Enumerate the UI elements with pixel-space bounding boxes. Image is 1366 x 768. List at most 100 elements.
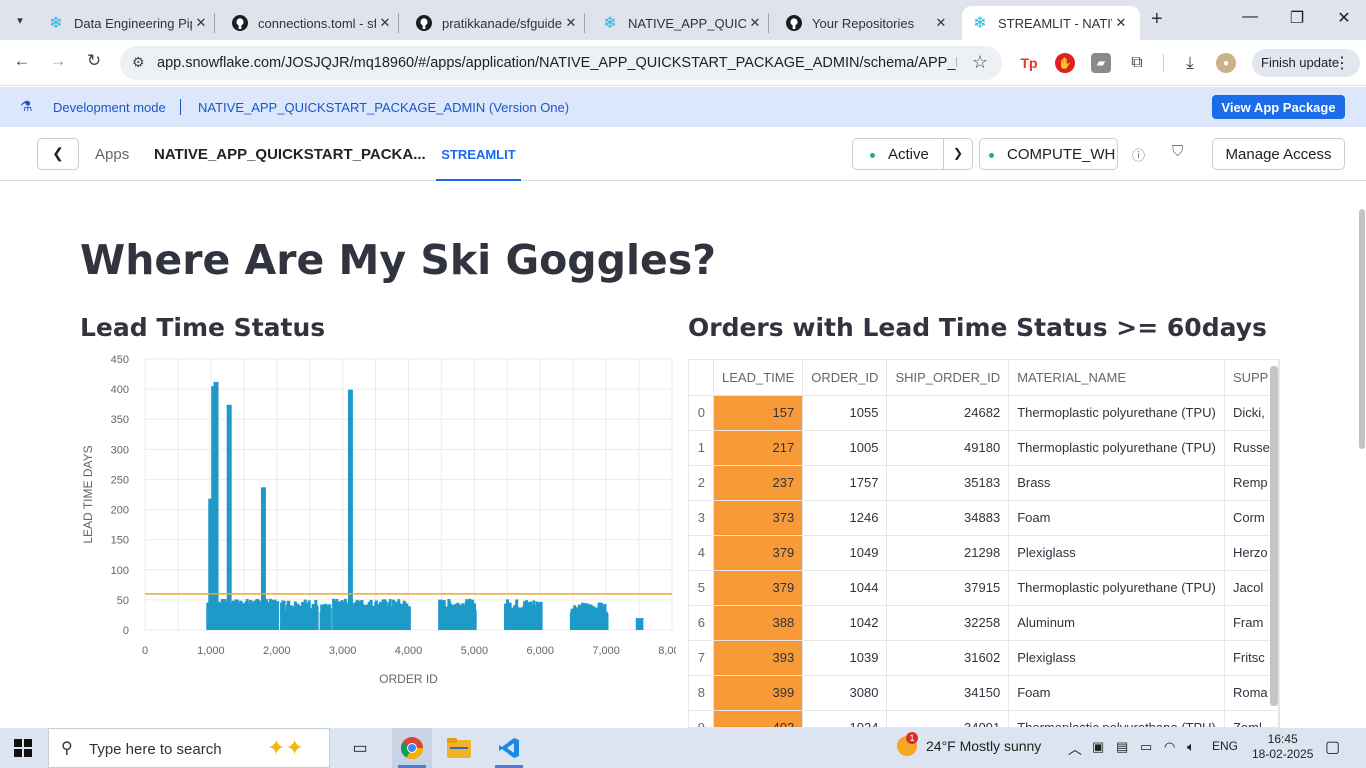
- wifi-icon[interactable]: ◠: [1164, 739, 1175, 755]
- weather-text[interactable]: 24°F Mostly sunny: [926, 738, 1041, 754]
- table-cell[interactable]: 31602: [886, 640, 1010, 676]
- table-cell[interactable]: 1005: [802, 430, 888, 466]
- table-row[interactable]: 8 399 3080 34150 Foam Roma: [689, 675, 1279, 711]
- table-cell[interactable]: Thermoplastic polyurethane (TPU): [1008, 395, 1225, 431]
- site-settings-icon[interactable]: ⚙: [132, 54, 145, 71]
- tab-streamlit[interactable]: STREAMLIT: [436, 127, 521, 181]
- chart-bar[interactable]: [539, 601, 543, 630]
- table-cell[interactable]: 399: [713, 675, 804, 711]
- windows-start-icon[interactable]: [14, 739, 32, 757]
- table-cell[interactable]: 379: [713, 570, 804, 606]
- table-cell[interactable]: Thermoplastic polyurethane (TPU): [1008, 570, 1225, 606]
- shield-icon[interactable]: ⛉: [1172, 143, 1183, 160]
- table-cell[interactable]: 1049: [802, 535, 888, 571]
- warehouse-selector[interactable]: COMPUTE_WH: [979, 138, 1118, 170]
- notifications-icon[interactable]: ▢: [1325, 737, 1340, 757]
- table-cell[interactable]: 24682: [886, 395, 1010, 431]
- table-cell[interactable]: Foam: [1008, 675, 1225, 711]
- table-cell[interactable]: Foam: [1008, 500, 1225, 536]
- restore-icon[interactable]: ❐: [1282, 8, 1312, 28]
- table-cell[interactable]: 1024: [802, 710, 888, 727]
- column-header[interactable]: [689, 360, 714, 396]
- table-cell[interactable]: Thermoplastic polyurethane (TPU): [1008, 430, 1225, 466]
- table-cell[interactable]: Plexiglass: [1008, 640, 1225, 676]
- table-cell[interactable]: 1055: [802, 395, 888, 431]
- browser-tab[interactable]: ❄ NATIVE_APP_QUICKS✕: [592, 6, 774, 40]
- table-cell[interactable]: 21298: [886, 535, 1010, 571]
- table-cell[interactable]: Aluminum: [1008, 605, 1225, 641]
- hand-extension-icon[interactable]: ✋: [1055, 53, 1075, 73]
- chart-bar[interactable]: [315, 606, 319, 630]
- table-cell[interactable]: 37915: [886, 570, 1010, 606]
- bookmark-star-icon[interactable]: ☆: [972, 52, 988, 73]
- chart-bar[interactable]: [407, 606, 411, 630]
- volume-icon[interactable]: 🔈︎: [1187, 739, 1195, 755]
- url-omnibox[interactable]: ⚙ app.snowflake.com/JOSJQJR/mq18960/#/ap…: [120, 46, 1002, 80]
- grey-extension-icon[interactable]: ▰: [1091, 53, 1111, 73]
- column-header[interactable]: ORDER_ID: [802, 360, 888, 396]
- table-cell[interactable]: 3080: [802, 675, 888, 711]
- taskbar-search-box[interactable]: ⚲ Type here to search ✦✦: [48, 728, 330, 768]
- column-header[interactable]: LEAD_TIME: [713, 360, 804, 396]
- table-cell[interactable]: 1044: [802, 570, 888, 606]
- display-icon[interactable]: ▤: [1116, 739, 1128, 755]
- vscode-icon[interactable]: [495, 734, 523, 762]
- table-cell[interactable]: 393: [713, 640, 804, 676]
- chart-bar[interactable]: [260, 487, 266, 630]
- table-cell[interactable]: 34883: [886, 500, 1010, 536]
- new-tab-button[interactable]: +: [1151, 8, 1163, 31]
- table-cell[interactable]: 379: [713, 535, 804, 571]
- language-indicator[interactable]: ENG: [1212, 739, 1238, 753]
- table-row[interactable]: 7 393 1039 31602 Plexiglass Fritsc: [689, 640, 1279, 676]
- clock[interactable]: 16:45 18-02-2025: [1252, 732, 1313, 762]
- close-tab-icon[interactable]: ✕: [376, 15, 394, 31]
- chart-bar[interactable]: [328, 607, 332, 630]
- table-row[interactable]: 4 379 1049 21298 Plexiglass Herzo: [689, 535, 1279, 571]
- close-window-icon[interactable]: ✕: [1329, 8, 1359, 28]
- chrome-icon[interactable]: [398, 734, 426, 762]
- table-cell[interactable]: 32258: [886, 605, 1010, 641]
- table-row[interactable]: 9 403 1024 34091 Thermoplastic polyurethane …: [689, 710, 1279, 727]
- chart-bar[interactable]: [276, 601, 280, 630]
- column-header[interactable]: SHIP_ORDER_ID: [886, 360, 1010, 396]
- table-cell[interactable]: 1757: [802, 465, 888, 501]
- status-dropdown-chevron-icon[interactable]: ❯: [943, 138, 973, 170]
- table-cell[interactable]: 1039: [802, 640, 888, 676]
- table-cell[interactable]: 403: [713, 710, 804, 727]
- table-scrollbar[interactable]: [1270, 366, 1278, 706]
- meet-now-icon[interactable]: ▣: [1092, 739, 1104, 755]
- browser-tab[interactable]: ❄ STREAMLIT - NATIVE_✕: [962, 6, 1140, 40]
- table-row[interactable]: 2 237 1757 35183 Brass Remp: [689, 465, 1279, 501]
- forward-arrow-icon[interactable]: →: [46, 51, 70, 71]
- chart-bar[interactable]: [213, 381, 219, 630]
- orders-dataframe[interactable]: LEAD_TIME ORDER_ID SHIP_ORDER_ID MATERIAL_N…: [688, 359, 1280, 728]
- show-hidden-icons-chevron-icon[interactable]: ︿: [1068, 739, 1082, 759]
- browser-tab[interactable]: ❄ Data Engineering Pipe ✕: [38, 6, 220, 40]
- table-cell[interactable]: 34091: [886, 710, 1010, 727]
- table-cell[interactable]: Plexiglass: [1008, 535, 1225, 571]
- table-cell[interactable]: 237: [713, 465, 804, 501]
- lead-time-bar-chart[interactable]: 0 1,000 2,000 3,000 4,000 5,000 6,000 7,000 8,0 0…: [76, 354, 676, 704]
- table-cell[interactable]: Zeml: [1224, 710, 1279, 727]
- close-tab-icon[interactable]: ✕: [562, 15, 580, 31]
- reload-icon[interactable]: ↻: [82, 51, 106, 71]
- table-cell[interactable]: 49180: [886, 430, 1010, 466]
- battery-icon[interactable]: ▭: [1140, 739, 1152, 755]
- page-scrollbar-thumb[interactable]: [1359, 209, 1365, 449]
- status-button[interactable]: Active: [852, 138, 944, 170]
- table-cell[interactable]: 388: [713, 605, 804, 641]
- table-cell[interactable]: 157: [713, 395, 804, 431]
- browser-tab[interactable]: pratikkanade/sfguide ✕: [406, 6, 590, 40]
- table-cell[interactable]: 217: [713, 430, 804, 466]
- table-cell[interactable]: 1246: [802, 500, 888, 536]
- url-text[interactable]: app.snowflake.com/JOSJQJR/mq18960/#/apps…: [157, 55, 957, 71]
- table-cell[interactable]: 1042: [802, 605, 888, 641]
- finish-update-button[interactable]: Finish update ⋮: [1252, 49, 1360, 77]
- back-button[interactable]: ❮: [37, 138, 79, 170]
- table-cell[interactable]: 35183: [886, 465, 1010, 501]
- chart-bar[interactable]: [640, 617, 644, 630]
- table-row[interactable]: 3 373 1246 34883 Foam Corm: [689, 500, 1279, 536]
- profile-avatar[interactable]: ●: [1216, 53, 1236, 73]
- table-cell[interactable]: Thermoplastic polyurethane (TPU): [1008, 710, 1225, 727]
- view-app-package-button[interactable]: View App Package: [1212, 95, 1345, 119]
